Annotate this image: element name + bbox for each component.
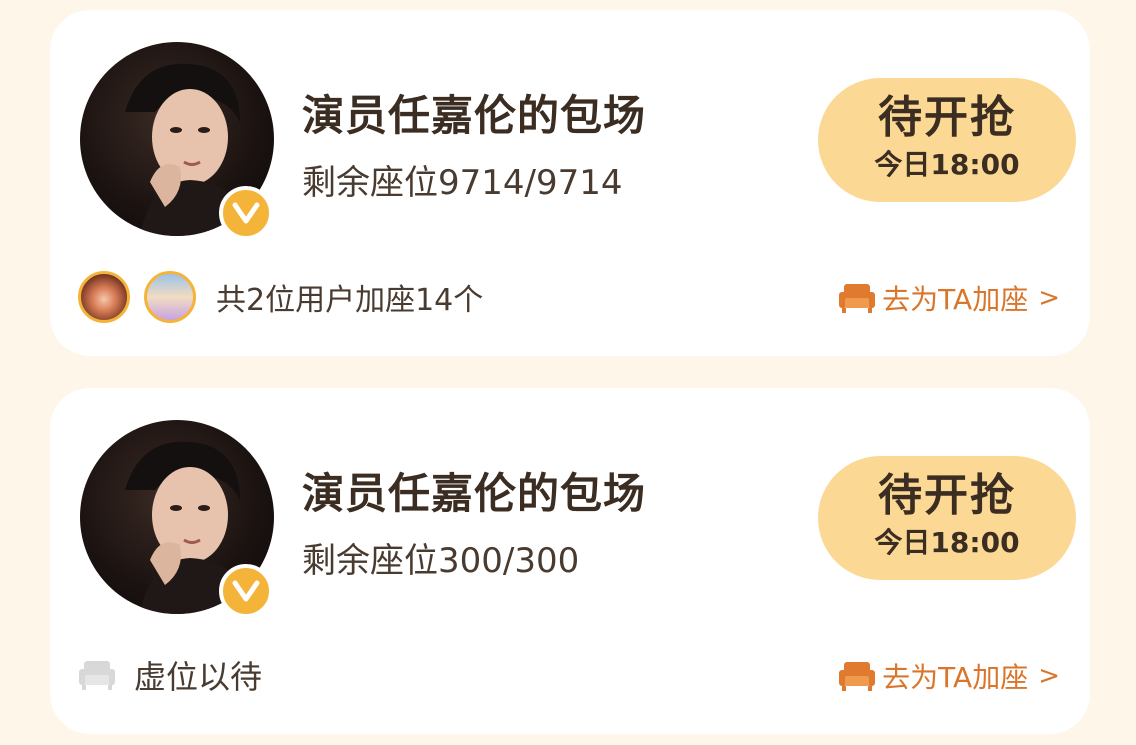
- grab-button[interactable]: 待开抢 今日18:00: [818, 456, 1076, 580]
- add-seat-label: 去为TA加座: [882, 661, 1029, 694]
- remaining-seats: 剩余座位300/300: [302, 541, 580, 581]
- user-avatar-2[interactable]: [144, 271, 196, 323]
- grab-time: 今日18:00: [874, 148, 1020, 181]
- joined-count-text: 共2位用户加座14个: [216, 283, 484, 318]
- empty-seat-row: 虚位以待: [78, 644, 262, 706]
- user-avatar-1[interactable]: [78, 271, 130, 323]
- grab-time: 今日18:00: [874, 526, 1020, 559]
- sofa-icon: [838, 660, 876, 692]
- box-card-1[interactable]: 演员任嘉伦的包场 剩余座位9714/9714 待开抢 今日18:00 共2位用户…: [50, 10, 1090, 356]
- joined-users-row: 共2位用户加座14个: [78, 266, 483, 328]
- verified-badge-icon: [219, 186, 273, 240]
- empty-seat-icon: [78, 659, 116, 691]
- grab-button[interactable]: 待开抢 今日18:00: [818, 78, 1076, 202]
- box-card-2[interactable]: 演员任嘉伦的包场 剩余座位300/300 待开抢 今日18:00 虚位以待 去为…: [50, 388, 1090, 734]
- box-title: 演员任嘉伦的包场: [302, 469, 647, 518]
- chevron-right-icon: >: [1038, 661, 1060, 691]
- remaining-seats: 剩余座位9714/9714: [302, 163, 623, 203]
- verified-badge-icon: [219, 564, 273, 618]
- box-title: 演员任嘉伦的包场: [302, 91, 647, 140]
- grab-button-label: 待开抢: [878, 92, 1016, 143]
- add-seat-label: 去为TA加座: [882, 283, 1029, 316]
- sofa-icon: [838, 282, 876, 314]
- chevron-right-icon: >: [1038, 283, 1060, 313]
- empty-seat-text: 虚位以待: [134, 658, 263, 696]
- grab-button-label: 待开抢: [878, 470, 1016, 521]
- add-seat-link[interactable]: 去为TA加座 >: [838, 278, 1060, 318]
- add-seat-link[interactable]: 去为TA加座 >: [838, 656, 1060, 696]
